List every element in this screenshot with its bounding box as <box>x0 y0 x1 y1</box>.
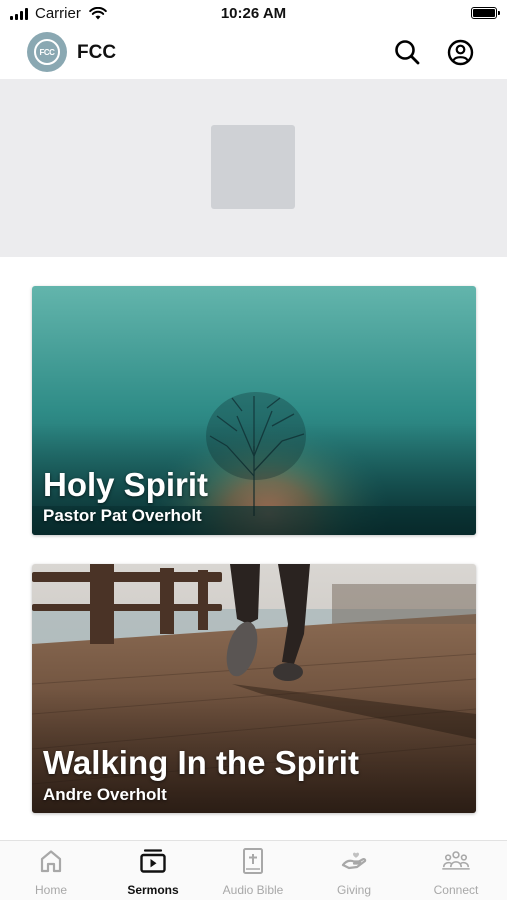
home-icon <box>40 850 62 873</box>
status-bar: Carrier 10:26 AM <box>0 0 507 28</box>
connect-icon <box>442 851 470 870</box>
app-title: FCC <box>77 42 117 63</box>
tab-label: Giving <box>336 883 371 897</box>
tab-label: Connect <box>433 883 479 897</box>
app-header: FCC FCC <box>0 28 507 78</box>
search-icon <box>395 40 420 65</box>
tab-audio-bible[interactable]: Audio Bible <box>203 847 303 899</box>
tab-giving[interactable]: Giving <box>304 847 404 899</box>
bottom-tab-bar: Home Sermons Audio Bible Giving Connect <box>0 840 507 900</box>
profile-button[interactable] <box>446 38 474 66</box>
sermon-speaker: Pastor Pat Overholt <box>43 506 202 525</box>
church-logo: FCC <box>27 32 67 72</box>
featured-banner <box>0 79 507 257</box>
sermon-title: Holy Spirit <box>43 466 209 503</box>
bible-icon <box>243 848 263 874</box>
tab-label: Sermons <box>127 883 179 897</box>
tab-connect[interactable]: Connect <box>406 847 506 899</box>
status-time: 10:26 AM <box>220 5 287 22</box>
tab-label: Audio Bible <box>222 883 284 897</box>
tab-label: Home <box>34 883 67 897</box>
sermon-card[interactable]: Walking In the Spirit Andre Overholt <box>32 564 476 813</box>
sermon-speaker: Andre Overholt <box>43 785 167 804</box>
tab-home[interactable]: Home <box>1 847 101 899</box>
sermons-icon <box>140 849 166 873</box>
sermon-card[interactable]: Holy Spirit Pastor Pat Overholt <box>32 286 476 535</box>
giving-icon <box>341 852 367 870</box>
sermon-title: Walking In the Spirit <box>43 744 359 781</box>
profile-icon <box>447 39 473 65</box>
tab-sermons[interactable]: Sermons <box>103 847 203 899</box>
logo-text: FCC <box>34 39 60 65</box>
battery-icon <box>471 7 500 19</box>
image-placeholder <box>211 125 295 209</box>
search-button[interactable] <box>393 38 421 66</box>
